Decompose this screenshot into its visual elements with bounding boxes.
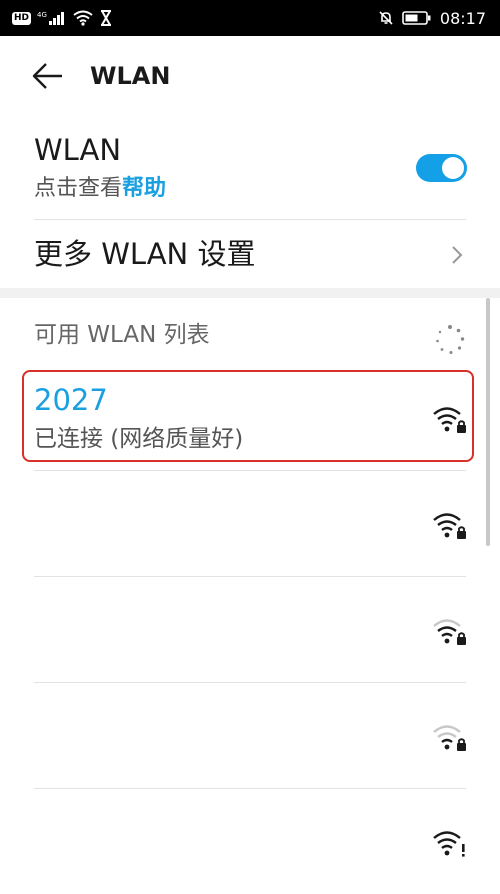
- cellular-signal-icon: 4G: [37, 11, 65, 25]
- svg-text:4G: 4G: [37, 11, 47, 19]
- divider: [34, 576, 466, 577]
- more-wlan-settings-row[interactable]: 更多 WLAN 设置: [0, 220, 500, 290]
- chevron-right-icon: [452, 246, 463, 264]
- divider: [34, 788, 466, 789]
- wlan-title: WLAN: [34, 133, 122, 167]
- spinner-icon: [436, 325, 465, 354]
- network-item[interactable]: [0, 790, 500, 894]
- section-gap: [0, 288, 500, 298]
- available-wlan-list-header: 可用 WLAN 列表: [34, 322, 210, 348]
- network-item[interactable]: [0, 684, 500, 788]
- page-title: WLAN: [90, 62, 171, 90]
- mute-bell-icon: [379, 11, 393, 25]
- help-link[interactable]: 帮助: [122, 176, 166, 201]
- wlan-toggle-row[interactable]: WLAN 点击查看帮助: [0, 124, 500, 218]
- connected-network-item[interactable]: 2027 已连接 (网络质量好): [22, 370, 474, 462]
- wifi-lock-icon: [433, 407, 466, 433]
- battery-icon: [402, 11, 431, 25]
- hd-icon: HD: [12, 11, 32, 25]
- status-bar: HD 4G 08:17: [0, 0, 500, 36]
- wlan-switch[interactable]: [416, 154, 467, 182]
- back-arrow-icon[interactable]: [30, 60, 66, 92]
- divider: [34, 682, 466, 683]
- wifi-lock-icon: [433, 513, 466, 539]
- wlan-switch-knob: [442, 157, 464, 179]
- wifi-lock-icon: [433, 619, 466, 645]
- status-bar-left: HD 4G: [12, 6, 113, 30]
- divider: [34, 470, 466, 471]
- wlan-subtitle: 点击查看帮助: [34, 174, 166, 204]
- wifi-icon: [73, 10, 93, 26]
- wifi-alert-icon: [433, 831, 465, 857]
- network-name: 2027: [34, 383, 108, 417]
- status-bar-right: 08:17: [378, 6, 486, 30]
- network-item[interactable]: [0, 578, 500, 682]
- more-wlan-settings-label: 更多 WLAN 设置: [34, 237, 256, 271]
- wlan-subtitle-text: 点击查看: [34, 176, 123, 201]
- network-item[interactable]: [0, 472, 500, 576]
- wifi-lock-icon: [433, 725, 466, 751]
- clock: 08:17: [439, 8, 486, 28]
- network-status: 已连接 (网络质量好): [34, 426, 244, 452]
- hourglass-icon: [101, 10, 112, 26]
- app-bar: WLAN: [0, 36, 500, 116]
